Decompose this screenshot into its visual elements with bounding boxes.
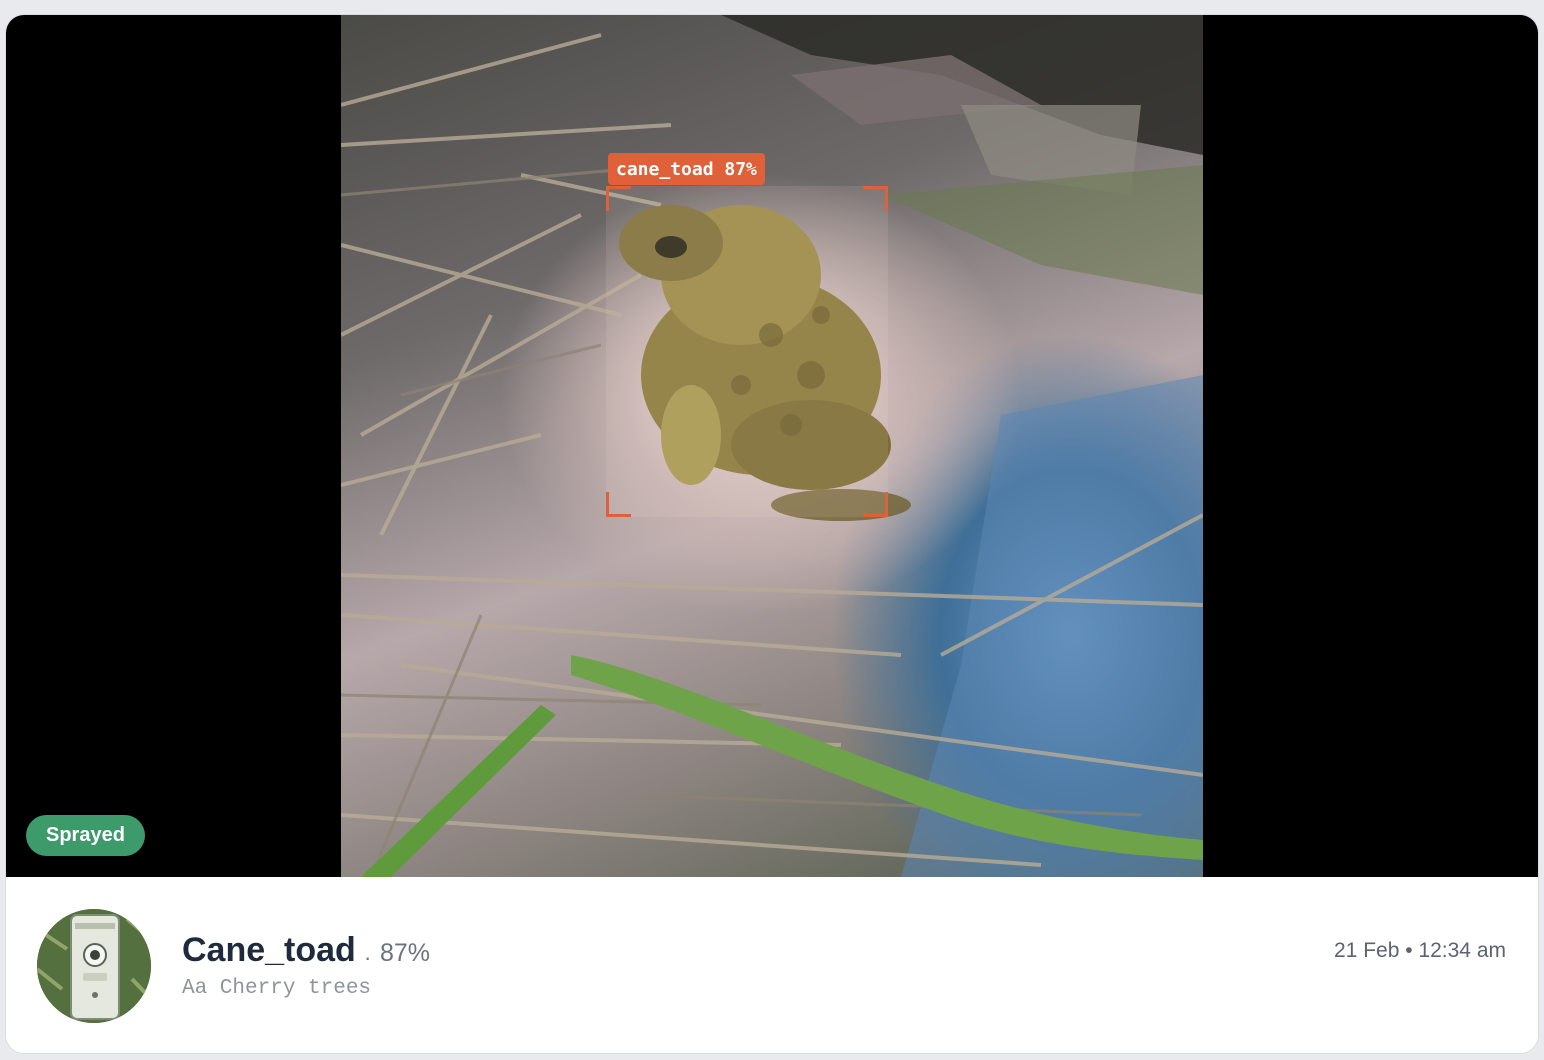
box-corner-top-right (863, 186, 888, 211)
box-corner-bottom-left (606, 492, 631, 517)
timestamp: 21 Feb • 12:34 am (1334, 939, 1506, 963)
date-text: 21 Feb (1334, 939, 1400, 962)
detection-card[interactable]: cane_toad 87% Sprayed Cane_toad · 87% Aa… (6, 15, 1538, 1053)
date-separator: • (1405, 939, 1413, 962)
box-corner-bottom-right (863, 492, 888, 517)
detection-bounding-box[interactable] (606, 186, 888, 517)
media-viewer[interactable]: cane_toad 87% Sprayed (6, 15, 1538, 877)
detection-label: cane_toad 87% (608, 153, 765, 185)
species-name: Cane_toad (182, 931, 356, 969)
time-text: 12:34 am (1418, 939, 1506, 962)
camera-location: Aa Cherry trees (182, 977, 372, 1000)
status-badge: Sprayed (26, 815, 145, 856)
trail-camera-icon (37, 909, 151, 1023)
box-corner-top-left (606, 186, 631, 211)
camera-avatar[interactable] (37, 909, 151, 1023)
separator-dot: · (364, 945, 372, 970)
detection-footer: Cane_toad · 87% Aa Cherry trees 21 Feb •… (6, 877, 1538, 1053)
confidence-score: 87% (380, 939, 431, 967)
